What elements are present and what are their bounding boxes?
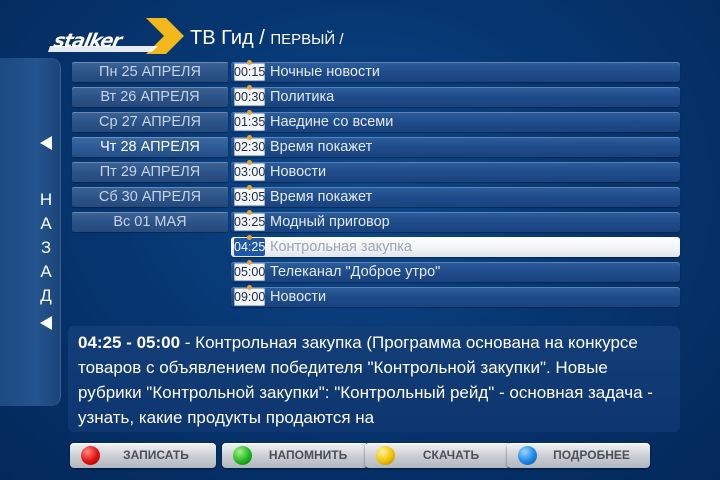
program-row[interactable]: 00:15 Ночные новости [231, 60, 680, 82]
program-title: Новости [270, 289, 327, 305]
yellow-button-icon [376, 446, 395, 465]
program-description[interactable]: 04:25 - 05:00 - Контрольная закупка (Про… [68, 326, 680, 432]
program-title: Новости [270, 164, 327, 180]
program-time: 09:00 [234, 285, 265, 306]
program-time: 04:25 [234, 235, 265, 256]
day-list: Пн 25 АПРЕЛЯ Вт 26 АПРЕЛЯ Ср 27 АПРЕЛЯ Ч… [72, 62, 228, 237]
description-time-range: 04:25 - 05:00 [78, 333, 181, 352]
arrow-left-icon [40, 316, 52, 330]
program-title: Контрольная закупка [270, 239, 412, 255]
day-item[interactable]: Вт 26 АПРЕЛЯ [72, 87, 228, 107]
day-item[interactable]: Пт 29 АПРЕЛЯ [72, 162, 228, 182]
description-text: 04:25 - 05:00 - Контрольная закупка (Про… [78, 330, 672, 430]
back-panel[interactable]: Н А З А Д [0, 58, 61, 406]
record-button-label: ЗАПИСАТЬ [123, 448, 189, 462]
back-label: Н А З А Д [39, 190, 53, 305]
program-title: Время покажет [270, 189, 373, 205]
program-title: Модный приговор [270, 214, 390, 230]
program-time: 02:30 [234, 135, 265, 156]
page-title: ТВ Гид / ПЕРВЫЙ / [190, 27, 344, 50]
day-item[interactable]: Ср 27 АПРЕЛЯ [72, 112, 228, 132]
clock-dot-icon [247, 160, 252, 165]
program-title: Политика [270, 89, 335, 105]
blue-button-icon [518, 446, 537, 465]
program-row[interactable]: 02:30 Время покажет [231, 135, 680, 157]
program-time: 03:00 [234, 160, 265, 181]
program-title: Телеканал "Доброе утро" [270, 264, 441, 280]
stalker-logo: stalker [48, 16, 184, 56]
clock-dot-icon [247, 85, 252, 90]
program-row[interactable]: 03:05 Время покажет [231, 185, 680, 207]
program-time: 00:15 [234, 60, 265, 81]
download-button-label: СКАЧАТЬ [422, 448, 480, 462]
clock-dot-icon [247, 210, 252, 215]
program-title: Ночные новости [270, 64, 380, 80]
program-time: 00:30 [234, 85, 265, 106]
clock-dot-icon [247, 235, 252, 240]
channel-name: ПЕРВЫЙ / [270, 31, 344, 48]
details-button-label: ПОДРОБНЕЕ [553, 448, 630, 462]
day-item[interactable]: Сб 30 АПРЕЛЯ [72, 187, 228, 207]
clock-dot-icon [247, 60, 252, 65]
program-time: 03:05 [234, 185, 265, 206]
arrow-left-icon [40, 136, 52, 150]
program-row[interactable]: 09:00 Новости [231, 285, 680, 307]
clock-dot-icon [247, 110, 252, 115]
program-title: Время покажет [270, 139, 373, 155]
program-row[interactable]: 03:00 Новости [231, 160, 680, 182]
logo-text: stalker [51, 30, 124, 52]
red-button-icon [81, 446, 100, 465]
program-row[interactable]: 03:25 Модный приговор [231, 210, 680, 232]
clock-dot-icon [247, 285, 252, 290]
guide-title: ТВ Гид / [190, 27, 265, 49]
program-row-selected[interactable]: 04:25 Контрольная закупка [231, 235, 680, 257]
program-row[interactable]: 01:35 Наедине со всеми [231, 110, 680, 132]
clock-dot-icon [247, 135, 252, 140]
remind-button-label: НАПОМНИТЬ [268, 448, 348, 462]
program-title: Наедине со всеми [270, 114, 394, 130]
green-button-icon [233, 446, 252, 465]
day-item[interactable]: Пн 25 АПРЕЛЯ [72, 62, 228, 82]
program-time: 05:00 [234, 260, 265, 281]
program-time: 03:25 [234, 210, 265, 231]
program-row[interactable]: 00:30 Политика [231, 85, 680, 107]
program-list: 00:15 Ночные новости 00:30 Политика 01:3… [231, 60, 680, 312]
day-item-active[interactable]: Чт 28 АПРЕЛЯ [72, 137, 228, 157]
day-item[interactable]: Вс 01 МАЯ [72, 212, 228, 232]
program-row[interactable]: 05:00 Телеканал "Доброе утро" [231, 260, 680, 282]
details-button[interactable]: ПОДРОБНЕЕ [507, 443, 650, 468]
record-button[interactable]: ЗАПИСАТЬ [70, 443, 216, 468]
action-bar: ЗАПИСАТЬ НАПОМНИТЬ СКАЧАТЬ ПОДРОБНЕЕ [70, 443, 650, 469]
program-time: 01:35 [234, 110, 265, 131]
clock-dot-icon [247, 185, 252, 190]
clock-dot-icon [247, 260, 252, 265]
download-button[interactable]: СКАЧАТЬ [365, 443, 511, 468]
remind-button[interactable]: НАПОМНИТЬ [222, 443, 368, 468]
